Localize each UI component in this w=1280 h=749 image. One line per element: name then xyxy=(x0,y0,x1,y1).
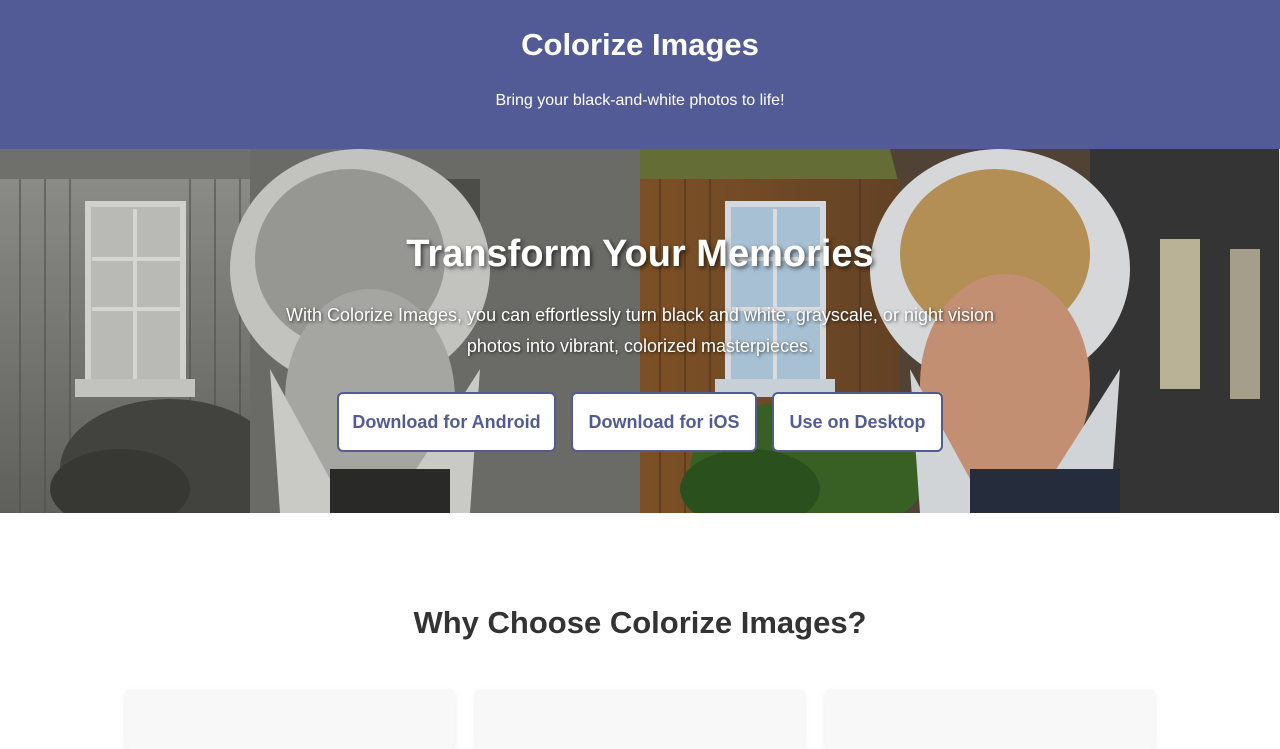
use-on-desktop-button[interactable]: Use on Desktop xyxy=(772,392,943,452)
feature-card xyxy=(125,689,455,749)
features-heading: Why Choose Colorize Images? xyxy=(413,605,867,640)
site-header: Colorize Images Bring your black-and-whi… xyxy=(0,0,1280,149)
site-tagline: Bring your black-and-white photos to lif… xyxy=(495,92,785,109)
hero-buttons: Download for Android Download for iOS Us… xyxy=(0,392,1280,452)
hero-description: With Colorize Images, you can effortless… xyxy=(286,305,994,356)
feature-card xyxy=(475,689,805,749)
download-android-button[interactable]: Download for Android xyxy=(337,392,556,452)
feature-card xyxy=(825,689,1155,749)
hero-section: Transform Your Memories With Colorize Im… xyxy=(0,149,1280,513)
site-title: Colorize Images xyxy=(521,27,759,62)
features-section: Why Choose Colorize Images? xyxy=(0,513,1280,749)
hero-heading: Transform Your Memories xyxy=(406,233,874,275)
download-ios-button[interactable]: Download for iOS xyxy=(571,392,757,452)
